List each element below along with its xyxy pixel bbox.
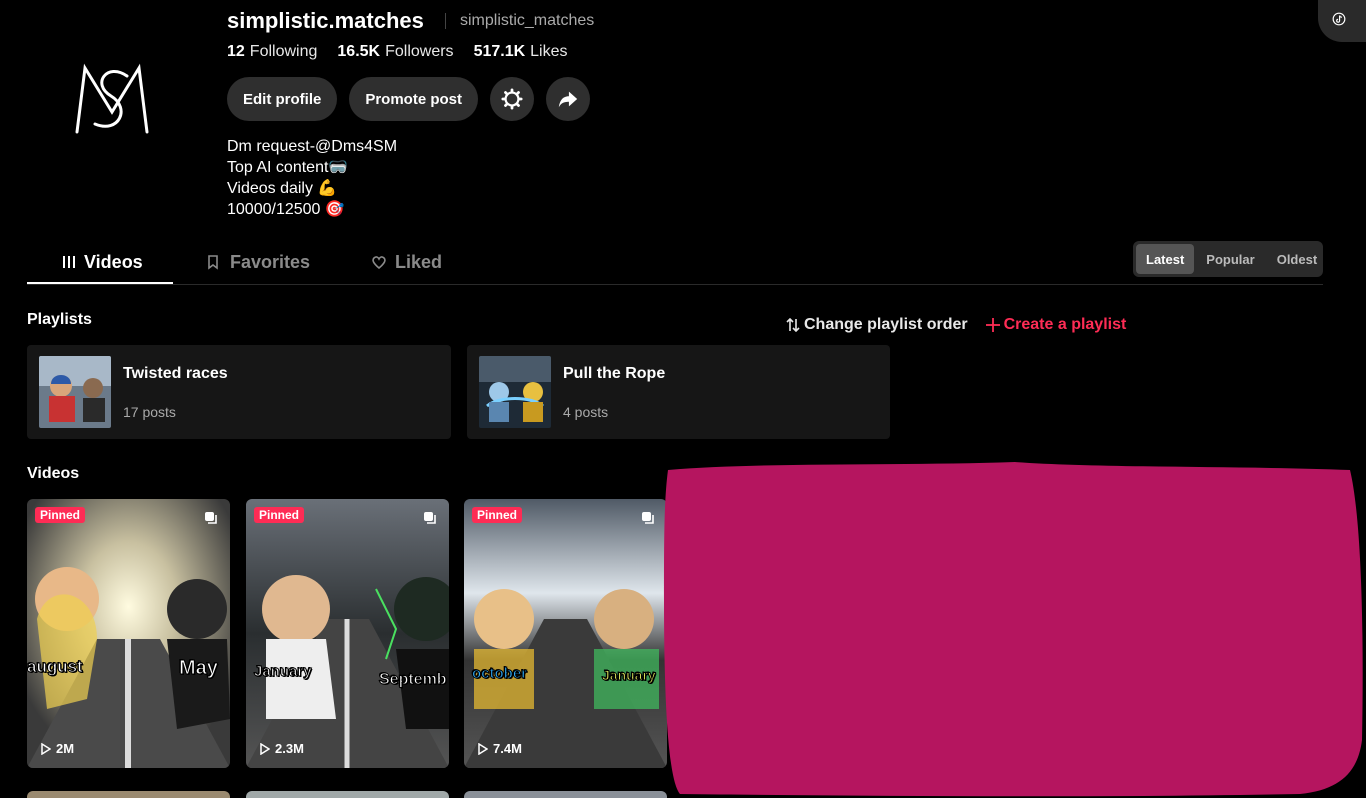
- profile-page: simplistic.matches simplistic_matches 12…: [0, 0, 1366, 798]
- redaction-overlay: [664, 462, 1363, 797]
